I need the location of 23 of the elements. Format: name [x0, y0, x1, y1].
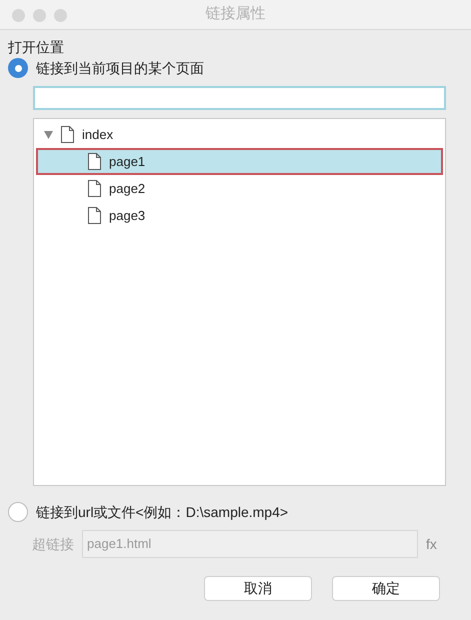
tree-item[interactable]: page2	[36, 175, 443, 202]
tree-item[interactable]: page3	[36, 202, 443, 229]
dialog-button[interactable]: 取消	[204, 576, 312, 601]
minimize-icon[interactable]	[33, 9, 46, 22]
option-label: 链接到url或文件<例如：D:\sample.mp4>	[36, 502, 288, 522]
tree-item[interactable]: index	[36, 121, 443, 148]
window-title: 链接属性	[206, 4, 266, 24]
close-icon[interactable]	[12, 9, 25, 22]
dialog-button[interactable]: 确定	[332, 576, 440, 601]
file-icon	[88, 153, 101, 170]
radio-button[interactable]	[8, 502, 28, 522]
file-icon	[61, 126, 74, 143]
zoom-icon[interactable]	[54, 9, 67, 22]
fx-label: fx	[426, 534, 437, 554]
radio-button[interactable]	[8, 58, 28, 78]
tree-item[interactable]: page1	[36, 148, 443, 175]
hyperlink-label: 超链接	[32, 534, 74, 554]
expand-triangle-icon[interactable]	[44, 130, 53, 138]
section-label: 打开位置	[8, 39, 64, 55]
file-icon	[88, 180, 101, 197]
option-label: 链接到当前项目的某个页面	[36, 58, 204, 78]
file-icon	[88, 207, 101, 224]
search-field[interactable]	[33, 86, 446, 110]
